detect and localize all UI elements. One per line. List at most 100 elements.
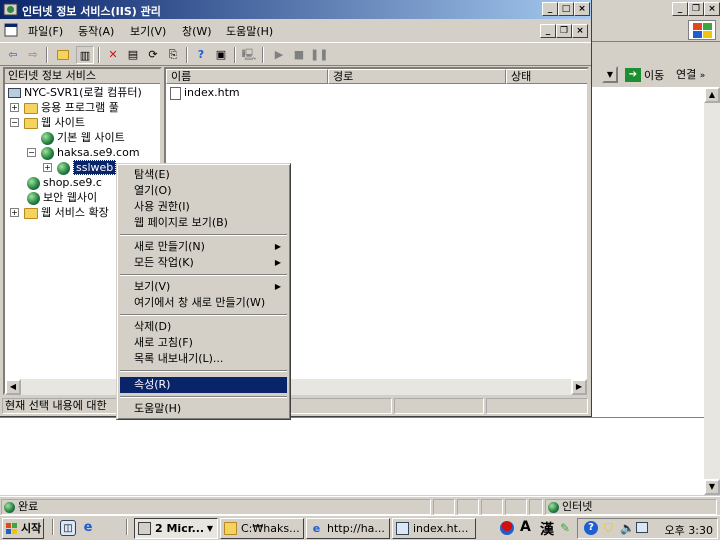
- menu-item-permissions[interactable]: 사용 권한(I): [120, 199, 287, 215]
- internet-explorer-icon[interactable]: e: [80, 520, 96, 536]
- menu-file[interactable]: 파일(F): [28, 23, 63, 39]
- security-shield-icon[interactable]: ⛉: [604, 521, 613, 536]
- task-button-explorer[interactable]: C:₩haks...: [220, 518, 304, 539]
- show-tree-icon[interactable]: ▥: [76, 46, 94, 64]
- column-header-status[interactable]: 상태: [506, 69, 587, 84]
- go-button[interactable]: ➔ 이동: [622, 65, 667, 84]
- show-desktop-icon[interactable]: ◫: [60, 520, 76, 536]
- child-minimize-button[interactable]: _: [540, 24, 556, 38]
- tree-item-label: NYC-SVR1(로컬 컴퓨터): [24, 86, 142, 99]
- export-list-icon[interactable]: ⎘: [164, 46, 182, 64]
- tree-item-label: sslweb: [73, 160, 117, 175]
- volume-icon[interactable]: 🔈: [620, 521, 635, 535]
- toolbar-separator: [262, 47, 264, 63]
- menu-item-browse[interactable]: 웹 페이지로 보기(B): [120, 215, 287, 231]
- tree-item-secure-site[interactable]: 보안 웹사이: [27, 190, 97, 205]
- browser-content-area[interactable]: [592, 87, 704, 417]
- iis-minimize-button[interactable]: _: [542, 2, 558, 16]
- menu-item-open[interactable]: 열기(O): [120, 183, 287, 199]
- help-icon[interactable]: ?: [584, 521, 598, 535]
- start-icon[interactable]: ▶: [270, 46, 288, 64]
- tree-item-label: 응용 프로그램 풀: [41, 101, 119, 114]
- menu-item-delete[interactable]: 삭제(D): [120, 319, 287, 335]
- collapse-minus-icon[interactable]: −: [27, 148, 36, 157]
- iis-manager-window: 인터넷 정보 서비스(IIS) 관리 _ □ × 파일(F) 동작(A) 보기(…: [0, 0, 592, 417]
- clock[interactable]: 오후 3:30: [665, 522, 713, 538]
- iis-close-button[interactable]: ×: [574, 2, 590, 16]
- stop-icon[interactable]: ■: [290, 46, 308, 64]
- up-folder-icon[interactable]: [54, 46, 72, 64]
- menu-action[interactable]: 동작(A): [78, 23, 114, 39]
- menu-help[interactable]: 도움말(H): [226, 23, 273, 39]
- tree-item-haksa[interactable]: haksa.se9.com: [41, 145, 140, 160]
- browser-vertical-scrollbar[interactable]: ▲ ▼: [704, 87, 720, 495]
- browser-content-lower[interactable]: [0, 417, 720, 495]
- back-icon[interactable]: ⇦: [4, 46, 22, 64]
- start-button[interactable]: 시작: [2, 518, 44, 539]
- tree-item-shop[interactable]: shop.se9.c: [27, 175, 102, 190]
- links-button[interactable]: 연결 »: [676, 65, 705, 84]
- menu-item-explore[interactable]: 탐색(E): [120, 167, 287, 183]
- menu-item-properties[interactable]: 속성(R): [120, 377, 287, 393]
- action-pane-icon[interactable]: ▣: [212, 46, 230, 64]
- tree-item-app-pools[interactable]: 응용 프로그램 풀: [24, 100, 119, 115]
- child-close-button[interactable]: ×: [572, 24, 588, 38]
- menu-item-new[interactable]: 새로 만들기(N) ▶: [120, 239, 287, 255]
- computer-icon[interactable]: 🖳: [240, 46, 258, 64]
- browser-status-bar: 완료 인터넷: [0, 496, 720, 516]
- scroll-up-arrow-icon[interactable]: ▲: [704, 87, 720, 103]
- column-header-path[interactable]: 경로: [328, 69, 506, 84]
- tree-item-server[interactable]: NYC-SVR1(로컬 컴퓨터): [8, 85, 142, 100]
- tree-item-sslweb[interactable]: sslweb: [57, 160, 117, 175]
- task-button-mmc[interactable]: 2 Micr... ▼: [134, 518, 218, 539]
- refresh-icon[interactable]: ⟳: [144, 46, 162, 64]
- menu-item-view[interactable]: 보기(V) ▶: [120, 279, 287, 295]
- task-button-notepad[interactable]: index.ht...: [392, 518, 476, 539]
- menu-item-new-window[interactable]: 여기에서 창 새로 만들기(W): [120, 295, 287, 311]
- menu-view[interactable]: 보기(V): [130, 23, 166, 39]
- menu-item-help[interactable]: 도움말(H): [120, 401, 287, 417]
- properties-icon[interactable]: ▤: [124, 46, 142, 64]
- scroll-left-arrow-icon[interactable]: ◀: [5, 379, 21, 395]
- help-icon[interactable]: ?: [192, 46, 210, 64]
- status-done-text: 완료: [18, 500, 39, 513]
- tree-item-web-service-ext[interactable]: 웹 서비스 확장: [24, 205, 109, 220]
- task-button-ie[interactable]: e http://ha...: [306, 518, 390, 539]
- tree-item-websites[interactable]: 웹 사이트: [24, 115, 85, 130]
- menu-item-export-list[interactable]: 목록 내보내기(L)...: [120, 351, 287, 367]
- tree-item-label: shop.se9.c: [43, 176, 102, 189]
- iis-title-bar[interactable]: 인터넷 정보 서비스(IIS) 관리 _ □ ×: [0, 0, 591, 19]
- child-restore-button[interactable]: ❐: [556, 24, 572, 38]
- submenu-arrow-icon: ▶: [274, 282, 281, 291]
- forward-icon[interactable]: ⇨: [24, 46, 42, 64]
- ime-hanja[interactable]: 漢: [540, 519, 554, 539]
- pause-icon[interactable]: ❚❚: [310, 46, 328, 64]
- ime-icon[interactable]: [500, 521, 514, 535]
- menu-item-refresh[interactable]: 새로 고침(F): [120, 335, 287, 351]
- browser-close-button[interactable]: ×: [704, 2, 720, 16]
- iis-maximize-button[interactable]: □: [558, 2, 574, 16]
- scroll-right-arrow-icon[interactable]: ▶: [571, 379, 587, 395]
- expand-plus-icon[interactable]: +: [43, 163, 52, 172]
- address-dropdown-button[interactable]: ▼: [602, 66, 618, 83]
- browser-restore-button[interactable]: ❐: [688, 2, 704, 16]
- delete-icon[interactable]: ✕: [104, 46, 122, 64]
- menu-item-label: 모든 작업(K): [134, 256, 194, 269]
- menu-window[interactable]: 창(W): [182, 23, 212, 39]
- list-item[interactable]: index.htm: [170, 85, 240, 100]
- network-icon[interactable]: [636, 522, 648, 533]
- console-icon[interactable]: [4, 23, 18, 37]
- scroll-down-arrow-icon[interactable]: ▼: [704, 479, 720, 495]
- mmc-task-icon: [138, 522, 151, 535]
- browser-minimize-button[interactable]: _: [672, 2, 688, 16]
- submenu-arrow-icon: ▶: [274, 242, 281, 251]
- menu-item-all-tasks[interactable]: 모든 작업(K) ▶: [120, 255, 287, 271]
- expand-plus-icon[interactable]: +: [10, 208, 19, 217]
- ime-mode-a[interactable]: A: [520, 519, 531, 535]
- ime-tools-icon[interactable]: ✎: [560, 521, 570, 535]
- column-header-name[interactable]: 이름: [166, 69, 328, 84]
- folder-icon: [24, 102, 38, 114]
- expand-plus-icon[interactable]: +: [10, 103, 19, 112]
- collapse-minus-icon[interactable]: −: [10, 118, 19, 127]
- tree-item-default-site[interactable]: 기본 웹 사이트: [41, 130, 125, 145]
